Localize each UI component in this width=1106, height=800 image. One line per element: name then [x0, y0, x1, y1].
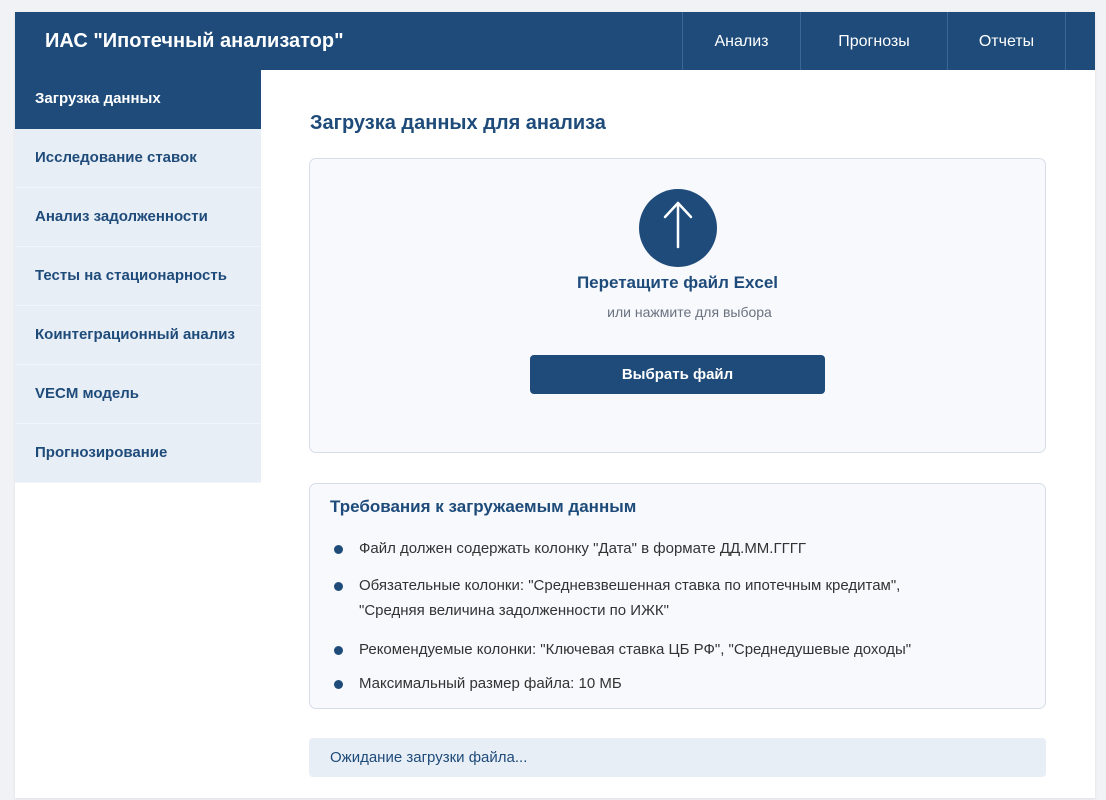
sidebar-item-debt-analysis[interactable]: Анализ задолженности: [15, 188, 261, 247]
requirements-title: Требования к загружаемым данным: [330, 497, 637, 516]
nav-reports[interactable]: Отчеты: [947, 12, 1066, 70]
sidebar-item-stationarity-tests[interactable]: Тесты на стационарность: [15, 247, 261, 306]
requirement-text: Файл должен содержать колонку "Дата" в ф…: [359, 540, 806, 557]
bullet-icon: [334, 646, 343, 655]
sidebar-item-data-upload[interactable]: Загрузка данных: [15, 70, 261, 129]
requirement-text: Обязательные колонки: "Средневзвешенная …: [359, 577, 901, 594]
top-header: ИАС "Ипотечный анализатор" Анализ Прогно…: [15, 12, 1095, 70]
sidebar: Загрузка данных Исследование ставок Анал…: [15, 70, 261, 483]
dropzone-subtitle: или нажмите для выбора: [607, 304, 772, 320]
upload-arrow-icon: [639, 189, 717, 267]
requirement-text: Рекомендуемые колонки: "Ключевая ставка …: [359, 641, 912, 658]
upload-status-bar: Ожидание загрузки файла...: [309, 738, 1046, 777]
bullet-icon: [334, 545, 343, 554]
app-title: ИАС "Ипотечный анализатор": [45, 30, 344, 52]
app-window: ИАС "Ипотечный анализатор" Анализ Прогно…: [15, 12, 1095, 798]
sidebar-item-rate-research[interactable]: Исследование ставок: [15, 129, 261, 188]
requirements-panel: Требования к загружаемым данным Файл дол…: [309, 483, 1046, 709]
choose-file-button[interactable]: Выбрать файл: [530, 355, 825, 394]
nav-forecasts[interactable]: Прогнозы: [800, 12, 947, 70]
upload-status-text: Ожидание загрузки файла...: [330, 749, 528, 766]
sidebar-item-vecm[interactable]: VECM модель: [15, 365, 261, 424]
dropzone-title: Перетащите файл Excel: [576, 273, 779, 292]
requirement-text: Максимальный размер файла: 10 МБ: [359, 675, 622, 692]
bullet-icon: [334, 680, 343, 689]
top-navigation: Анализ Прогнозы Отчеты: [682, 12, 1066, 70]
page-title: Загрузка данных для анализа: [310, 112, 606, 134]
nav-analysis[interactable]: Анализ: [682, 12, 800, 70]
requirement-text: "Средняя величина задолженности по ИЖК": [359, 602, 669, 619]
file-dropzone[interactable]: Перетащите файл Excel или нажмите для вы…: [309, 158, 1046, 453]
sidebar-item-forecasting[interactable]: Прогнозирование: [15, 424, 261, 483]
sidebar-item-cointegration[interactable]: Коинтеграционный анализ: [15, 306, 261, 365]
bullet-icon: [334, 582, 343, 591]
